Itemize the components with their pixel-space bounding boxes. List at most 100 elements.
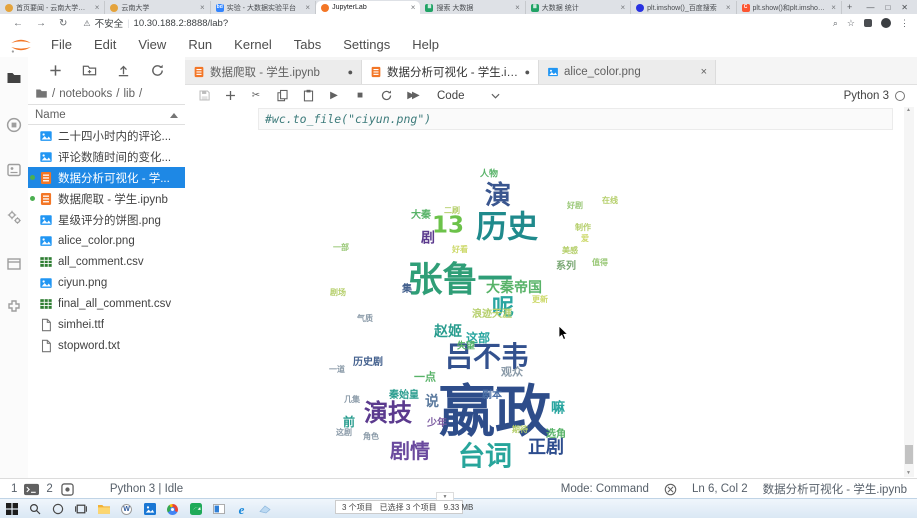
- breadcrumb[interactable]: /notebooks/lib/: [28, 83, 185, 104]
- file-item[interactable]: all_comment.csv: [28, 251, 185, 272]
- new-launcher-button[interactable]: [48, 63, 63, 78]
- upload-button[interactable]: [116, 63, 131, 78]
- file-browser-icon[interactable]: [6, 70, 22, 86]
- browser-tab[interactable]: ≣大数据 统计×: [526, 1, 631, 14]
- browser-tab[interactable]: Cplt.show()和plt.imshow()...×: [737, 1, 842, 14]
- task-view-icon[interactable]: [69, 499, 92, 518]
- file-item[interactable]: 数据分析可视化 - 学...: [28, 167, 185, 188]
- tab-close-icon[interactable]: ×: [620, 3, 625, 12]
- notebook-content[interactable]: #wc.to_file("ciyun.png") 嬴政张鲁一历史吕不韦台词演技剧…: [185, 107, 917, 478]
- menu-item-edit[interactable]: Edit: [83, 37, 127, 52]
- media-app-icon[interactable]: [207, 499, 230, 518]
- file-item[interactable]: final_all_comment.csv: [28, 293, 185, 314]
- tab-close-icon[interactable]: ×: [200, 3, 205, 12]
- extension-icon[interactable]: [864, 19, 872, 27]
- menu-item-run[interactable]: Run: [177, 37, 223, 52]
- file-list-header[interactable]: Name: [28, 104, 185, 125]
- minimize-icon[interactable]: —: [866, 3, 874, 12]
- menu-item-view[interactable]: View: [127, 37, 177, 52]
- menu-item-settings[interactable]: Settings: [332, 37, 401, 52]
- stop-button[interactable]: ■: [353, 89, 367, 103]
- kernel-status[interactable]: Python 3 | Idle: [110, 483, 183, 495]
- scroll-down-icon[interactable]: ▼: [906, 471, 912, 476]
- file-explorer-icon[interactable]: [92, 499, 115, 518]
- reload-icon[interactable]: ↻: [59, 18, 67, 29]
- breadcrumb-item[interactable]: notebooks: [59, 88, 112, 100]
- tab-close-icon[interactable]: ×: [515, 3, 520, 12]
- tab-close-icon[interactable]: ×: [831, 3, 836, 12]
- copy-cells-button[interactable]: [275, 89, 289, 103]
- browser-tab[interactable]: 云南大学×: [105, 1, 210, 14]
- photos-app-icon[interactable]: [138, 499, 161, 518]
- breadcrumb-item[interactable]: lib: [123, 88, 135, 100]
- menu-item-help[interactable]: Help: [401, 37, 450, 52]
- tab-close-icon[interactable]: ×: [726, 3, 731, 12]
- browser-tab[interactable]: ≣搜索 大数据×: [420, 1, 525, 14]
- home-folder-icon[interactable]: [35, 87, 48, 100]
- terminal-count[interactable]: 1: [11, 483, 17, 495]
- save-button[interactable]: [197, 89, 211, 103]
- file-item[interactable]: 星级评分的饼图.png: [28, 209, 185, 230]
- cursor-position[interactable]: Ln 6, Col 2: [692, 483, 748, 495]
- document-tab[interactable]: 数据分析可视化 - 学生.ipynb●: [362, 60, 539, 84]
- start-icon[interactable]: [0, 499, 23, 518]
- kernel-indicator[interactable]: Python 3: [844, 90, 917, 102]
- cortana-icon[interactable]: [46, 499, 69, 518]
- cell-type-dropdown[interactable]: Code: [437, 90, 500, 102]
- extension-manager-icon[interactable]: [6, 299, 22, 315]
- search-icon[interactable]: [23, 499, 46, 518]
- running-sessions-icon[interactable]: [6, 117, 22, 133]
- new-folder-button[interactable]: [82, 63, 97, 78]
- browser-menu-icon[interactable]: ⋮: [900, 18, 909, 29]
- browser-tab[interactable]: JupyterLab×: [316, 1, 420, 14]
- file-item[interactable]: 数据爬取 - 学生.ipynb: [28, 188, 185, 209]
- profile-avatar[interactable]: [881, 18, 891, 28]
- browser-tab[interactable]: 首页要闻 - 云南大学门户平台×: [0, 1, 105, 14]
- file-item[interactable]: simhei.ttf: [28, 314, 185, 335]
- menu-item-kernel[interactable]: Kernel: [223, 37, 283, 52]
- menu-item-tabs[interactable]: Tabs: [283, 37, 332, 52]
- document-tab[interactable]: alice_color.png×: [539, 60, 716, 84]
- maximize-icon[interactable]: □: [885, 3, 890, 12]
- word-app-icon[interactable]: W: [115, 499, 138, 518]
- terminal-icon[interactable]: [24, 483, 39, 496]
- green-app-icon[interactable]: [184, 499, 207, 518]
- refresh-button[interactable]: [150, 63, 165, 78]
- bell-off-icon[interactable]: [664, 483, 677, 496]
- back-icon[interactable]: ←: [13, 18, 23, 29]
- tab-close-icon[interactable]: ×: [411, 3, 416, 12]
- file-item[interactable]: 评论数随时间的变化...: [28, 146, 185, 167]
- run-all-button[interactable]: ▶▶: [405, 89, 419, 103]
- file-item[interactable]: ciyun.png: [28, 272, 185, 293]
- menu-item-file[interactable]: File: [40, 37, 83, 52]
- bookmark-star-icon[interactable]: ☆: [847, 18, 855, 29]
- vertical-scrollbar[interactable]: ▲ ▼: [904, 107, 914, 477]
- restart-kernel-button[interactable]: [379, 89, 393, 103]
- document-tab[interactable]: 数据爬取 - 学生.ipynb●: [185, 60, 362, 84]
- file-item[interactable]: stopword.txt: [28, 335, 185, 356]
- tab-close-icon[interactable]: ×: [701, 66, 707, 78]
- mode-indicator[interactable]: Mode: Command: [561, 483, 649, 495]
- file-item[interactable]: alice_color.png: [28, 230, 185, 251]
- close-icon[interactable]: ✕: [901, 3, 908, 12]
- property-inspector-icon[interactable]: [6, 209, 22, 225]
- file-item[interactable]: 二十四小时内的评论...: [28, 125, 185, 146]
- zoom-icon[interactable]: ⌕: [833, 18, 838, 29]
- tab-close-icon[interactable]: ×: [305, 3, 310, 12]
- url-field[interactable]: ⚠ 不安全 | 10.30.188.2:8888/lab?: [83, 16, 228, 30]
- new-tab-button[interactable]: +: [842, 1, 858, 14]
- forward-icon[interactable]: →: [36, 18, 46, 29]
- insert-cell-button[interactable]: [223, 89, 237, 103]
- kernel-count[interactable]: 2: [46, 483, 52, 495]
- command-palette-icon[interactable]: [6, 162, 22, 178]
- 3d-viewer-icon[interactable]: [253, 499, 276, 518]
- run-button[interactable]: ▶: [327, 89, 341, 103]
- cut-cells-button[interactable]: ✂: [249, 89, 263, 103]
- browser-tab[interactable]: plt.imshow()_百度搜索×: [631, 1, 736, 14]
- chrome-icon[interactable]: [161, 499, 184, 518]
- scrollbar-thumb[interactable]: [905, 445, 913, 464]
- scroll-up-icon[interactable]: ▲: [906, 108, 912, 113]
- ie-icon[interactable]: e: [230, 499, 253, 518]
- kernel-icon[interactable]: [60, 483, 75, 496]
- open-tabs-icon[interactable]: [6, 256, 22, 272]
